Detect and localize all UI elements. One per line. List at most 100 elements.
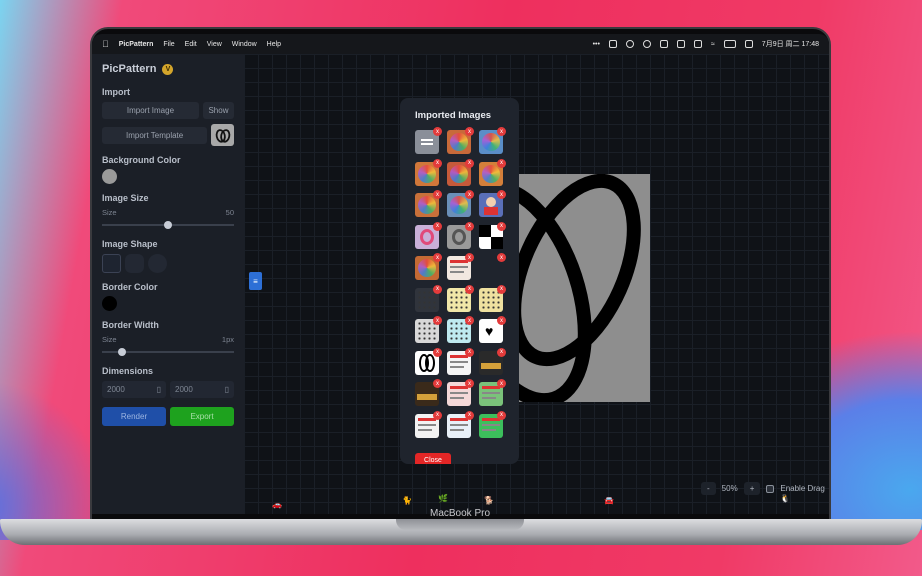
menu-view[interactable]: View bbox=[207, 41, 222, 48]
enable-drag-checkbox[interactable] bbox=[766, 484, 775, 493]
menu-window[interactable]: Window bbox=[232, 41, 257, 48]
imported-image-thumbnail[interactable]: x bbox=[479, 127, 506, 154]
border-width-handle[interactable] bbox=[118, 348, 127, 356]
apple-icon[interactable]:  bbox=[102, 39, 109, 49]
remove-image-icon[interactable]: x bbox=[433, 284, 442, 294]
remove-image-icon[interactable]: x bbox=[497, 379, 506, 388]
imported-image-thumbnail[interactable]: x bbox=[479, 158, 506, 186]
remove-image-icon[interactable]: x bbox=[433, 347, 442, 357]
imported-image-thumbnail[interactable]: x bbox=[479, 379, 506, 406]
border-width-slider[interactable] bbox=[102, 347, 234, 357]
width-field[interactable]: 2000 ▯ bbox=[102, 381, 166, 398]
imported-image-thumbnail[interactable]: x bbox=[479, 284, 506, 312]
import-template-button[interactable]: Import Template bbox=[102, 126, 208, 144]
menu-app-name[interactable]: PicPattern bbox=[119, 41, 154, 48]
imported-image-thumbnail[interactable]: x bbox=[479, 410, 506, 438]
imported-image-thumbnail[interactable]: x bbox=[447, 316, 474, 343]
remove-image-icon[interactable]: x bbox=[433, 410, 442, 420]
sidebar-toggle-icon[interactable]: ≡ bbox=[249, 272, 262, 290]
remove-image-icon[interactable]: x bbox=[465, 410, 474, 420]
imported-image-thumbnail[interactable]: ♥ x bbox=[479, 316, 506, 343]
border-color-swatch[interactable] bbox=[102, 296, 117, 311]
image-size-slider[interactable] bbox=[102, 220, 234, 230]
imported-image-thumbnail[interactable]: x bbox=[415, 316, 442, 343]
remove-image-icon[interactable]: x bbox=[497, 221, 506, 231]
remove-image-icon[interactable]: x bbox=[465, 316, 474, 325]
remove-image-icon[interactable]: x bbox=[433, 221, 442, 231]
remove-image-icon[interactable]: x bbox=[497, 347, 506, 357]
remove-image-icon[interactable]: x bbox=[465, 253, 474, 262]
imported-image-thumbnail[interactable]: x bbox=[447, 347, 474, 375]
height-stepper-icon[interactable]: ▯ bbox=[225, 385, 229, 394]
battery-icon[interactable] bbox=[723, 40, 736, 48]
remove-image-icon[interactable]: x bbox=[465, 190, 474, 199]
remove-image-icon[interactable]: x bbox=[433, 158, 442, 168]
tray-cat-icon[interactable] bbox=[625, 40, 634, 48]
close-button[interactable]: Close bbox=[415, 453, 451, 464]
remove-image-icon[interactable]: x bbox=[497, 316, 506, 325]
render-button[interactable]: Render bbox=[102, 407, 166, 426]
remove-image-icon[interactable]: x bbox=[465, 221, 474, 231]
menu-edit[interactable]: Edit bbox=[185, 41, 197, 48]
remove-image-icon[interactable]: x bbox=[433, 190, 442, 199]
wifi-icon[interactable]: ≈ bbox=[711, 41, 715, 48]
remove-image-icon[interactable]: x bbox=[465, 379, 474, 388]
imported-image-thumbnail[interactable]: x bbox=[479, 190, 506, 217]
tray-window-icon[interactable] bbox=[693, 40, 702, 48]
imported-image-thumbnail[interactable]: x bbox=[415, 284, 442, 312]
import-image-button[interactable]: Import Image bbox=[102, 102, 199, 119]
control-center-icon[interactable] bbox=[744, 40, 753, 48]
imported-image-thumbnail[interactable]: x bbox=[479, 347, 506, 375]
imported-image-thumbnail[interactable]: x bbox=[447, 127, 474, 154]
remove-image-icon[interactable]: x bbox=[465, 347, 474, 357]
template-preview[interactable] bbox=[211, 124, 234, 146]
remove-image-icon[interactable]: x bbox=[465, 127, 474, 136]
version-badge[interactable]: V bbox=[162, 63, 174, 75]
remove-image-icon[interactable]: x bbox=[433, 127, 442, 136]
imported-image-thumbnail[interactable]: x bbox=[415, 127, 442, 154]
zoom-in-button[interactable]: + bbox=[743, 482, 761, 495]
more-icon[interactable]: ••• bbox=[593, 41, 600, 48]
export-button[interactable]: Export bbox=[170, 407, 234, 426]
background-color-swatch[interactable] bbox=[102, 169, 117, 184]
imported-image-thumbnail[interactable]: x bbox=[447, 410, 474, 438]
show-button[interactable]: Show bbox=[202, 102, 234, 119]
menu-help[interactable]: Help bbox=[267, 41, 281, 48]
image-size-handle[interactable] bbox=[164, 221, 172, 229]
remove-image-icon[interactable]: x bbox=[497, 158, 506, 168]
imported-image-thumbnail[interactable]: x bbox=[447, 284, 474, 312]
imported-image-thumbnail[interactable]: x bbox=[447, 221, 474, 249]
imported-image-thumbnail[interactable]: x bbox=[447, 253, 474, 280]
remove-image-icon[interactable]: x bbox=[433, 316, 442, 325]
imported-image-thumbnail[interactable]: x bbox=[415, 379, 442, 406]
menu-file[interactable]: File bbox=[163, 41, 174, 48]
menu-clock[interactable]: 7月9日 周二 17:48 bbox=[762, 39, 819, 49]
remove-image-icon[interactable]: x bbox=[465, 284, 474, 294]
remove-image-icon[interactable]: x bbox=[497, 127, 506, 136]
imported-image-thumbnail[interactable]: x bbox=[415, 410, 442, 438]
remove-image-icon[interactable]: x bbox=[497, 190, 506, 199]
remove-image-icon[interactable]: x bbox=[465, 158, 474, 168]
shape-rounded-option[interactable] bbox=[125, 254, 144, 273]
shape-square-option[interactable] bbox=[102, 254, 121, 273]
zoom-out-button[interactable]: - bbox=[701, 482, 716, 495]
imported-image-thumbnail[interactable]: x bbox=[447, 379, 474, 406]
imported-image-thumbnail[interactable]: x bbox=[415, 158, 442, 186]
width-stepper-icon[interactable]: ▯ bbox=[157, 385, 161, 394]
tray-clipboard-icon[interactable] bbox=[676, 40, 685, 48]
tray-record-icon[interactable] bbox=[642, 40, 651, 48]
tray-app-icon[interactable] bbox=[608, 40, 617, 48]
height-field[interactable]: 2000 ▯ bbox=[170, 381, 234, 398]
imported-image-thumbnail[interactable]: x bbox=[479, 253, 506, 280]
imported-image-thumbnail[interactable]: x bbox=[447, 158, 474, 186]
imported-image-thumbnail[interactable]: x bbox=[415, 253, 442, 280]
remove-image-icon[interactable]: x bbox=[497, 410, 506, 420]
remove-image-icon[interactable]: x bbox=[497, 253, 506, 262]
remove-image-icon[interactable]: x bbox=[497, 284, 506, 294]
tray-grid-icon[interactable] bbox=[659, 40, 668, 48]
imported-image-thumbnail[interactable]: x bbox=[415, 347, 442, 375]
imported-image-thumbnail[interactable]: x bbox=[415, 190, 442, 217]
imported-image-thumbnail[interactable]: x bbox=[415, 221, 442, 249]
imported-image-thumbnail[interactable]: x bbox=[447, 190, 474, 217]
shape-circle-option[interactable] bbox=[148, 254, 167, 273]
